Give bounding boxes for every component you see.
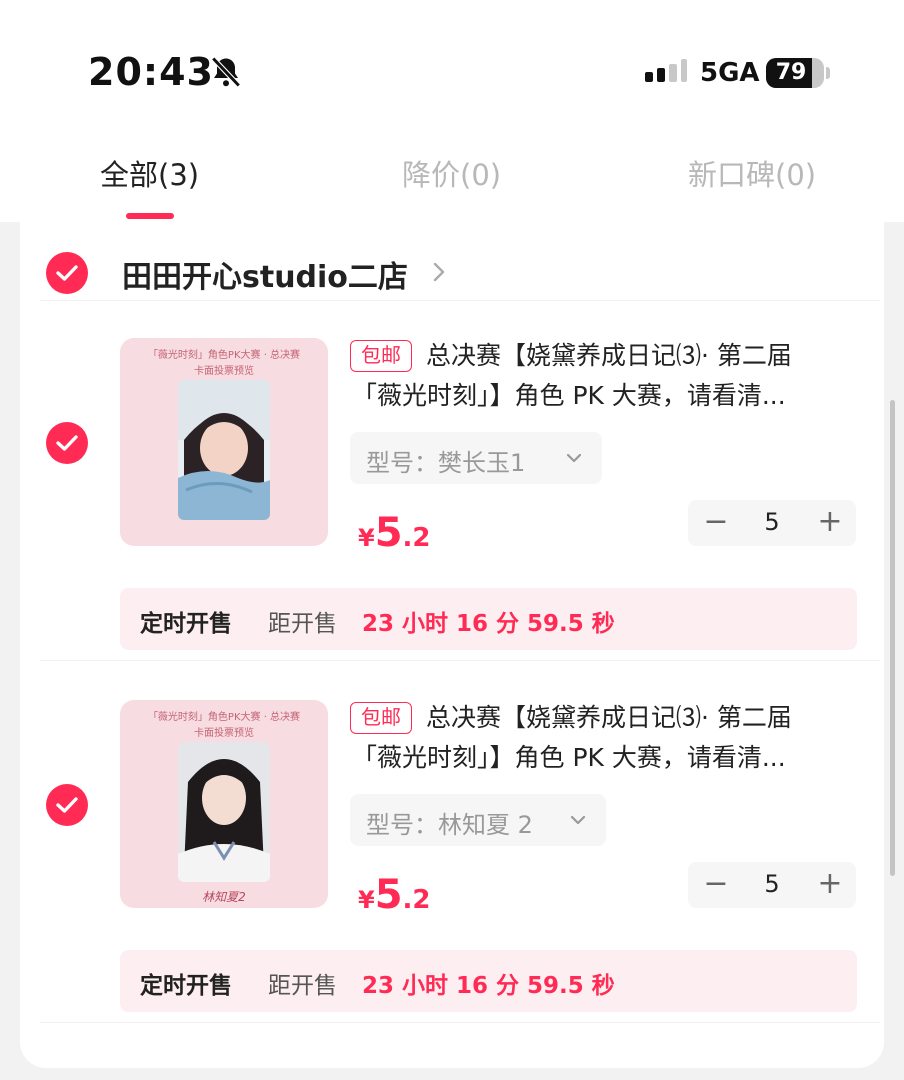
sale-countdown: 23 小时 16 分 59.5 秒 xyxy=(362,973,615,999)
check-icon xyxy=(56,265,78,281)
quantity-stepper: − 5 + xyxy=(688,500,856,546)
thumb-caption: 「薇光时刻」角色PK大赛 · 总决赛 xyxy=(147,712,301,723)
tab-active-indicator xyxy=(126,213,174,219)
scheduled-sale-bar: 定时开售 距开售 23 小时 16 分 59.5 秒 xyxy=(120,588,857,650)
variant-label: 型号：樊长玉1 xyxy=(366,449,526,477)
variant-selector[interactable]: 型号：樊长玉1 xyxy=(350,432,602,484)
scheduled-sale-bar: 定时开售 距开售 23 小时 16 分 59.5 秒 xyxy=(120,950,857,1012)
price-symbol: ¥ xyxy=(358,524,375,552)
variant-selector[interactable]: 型号：林知夏 2 xyxy=(350,794,606,846)
product-title[interactable]: 总决赛【娆黛养成日记⑶· 第二届「薇光时刻」】角色 PK 大赛，请看清... xyxy=(352,698,852,778)
sale-distance-label: 距开售 xyxy=(268,973,337,999)
price-symbol: ¥ xyxy=(358,886,375,914)
thumb-subcaption: 卡面投票预览 xyxy=(194,728,254,739)
price-integer: 5 xyxy=(374,510,403,556)
sale-label: 定时开售 xyxy=(140,611,232,637)
increase-button[interactable]: + xyxy=(816,506,844,540)
product-title-line1: 总决赛【娆黛养成日记⑶· 第二届 xyxy=(426,703,792,732)
quantity-stepper: − 5 + xyxy=(688,862,856,908)
product-photo xyxy=(178,380,270,520)
price: ¥5.2 xyxy=(358,510,431,556)
battery-icon: 79 xyxy=(766,58,824,88)
thumb-signature: 林知夏2 xyxy=(202,890,246,904)
tab-all[interactable]: 全部(3) xyxy=(100,152,199,194)
product-title-line2: 「薇光时刻」】角色 PK 大赛，请看清... xyxy=(352,743,786,772)
chevron-down-icon xyxy=(570,815,586,825)
divider xyxy=(40,1022,880,1023)
signal-icon xyxy=(645,59,687,82)
tab-price-drop[interactable]: 降价(0) xyxy=(402,152,501,194)
bell-muted-icon xyxy=(211,56,241,88)
quantity-value[interactable]: 5 xyxy=(752,508,792,536)
divider xyxy=(40,300,880,301)
product-thumbnail[interactable]: 「薇光时刻」角色PK大赛 · 总决赛 卡面投票预览 林知夏2 xyxy=(120,700,328,908)
product-thumbnail[interactable]: 「薇光时刻」角色PK大赛 · 总决赛 卡面投票预览 xyxy=(120,338,328,546)
check-icon xyxy=(56,435,78,451)
price-integer: 5 xyxy=(374,872,403,918)
tab-new-reviews[interactable]: 新口碑(0) xyxy=(688,152,816,194)
sale-label: 定时开售 xyxy=(140,973,232,999)
battery-cap xyxy=(826,67,830,79)
shop-name[interactable]: 田田开心studio二店 xyxy=(122,252,408,296)
price: ¥5.2 xyxy=(358,872,431,918)
decrease-button[interactable]: − xyxy=(702,506,730,540)
chevron-down-icon xyxy=(566,453,582,463)
sale-distance-label: 距开售 xyxy=(268,611,337,637)
check-icon xyxy=(56,797,78,813)
sale-countdown: 23 小时 16 分 59.5 秒 xyxy=(362,611,615,637)
chevron-right-icon[interactable] xyxy=(430,260,448,284)
thumb-caption: 「薇光时刻」角色PK大赛 · 总决赛 xyxy=(147,350,301,361)
shop-checkbox[interactable] xyxy=(46,252,88,294)
status-time: 20:43 xyxy=(88,50,214,94)
product-title-line1: 总决赛【娆黛养成日记⑶· 第二届 xyxy=(426,341,792,370)
scrollbar[interactable] xyxy=(890,400,895,876)
divider xyxy=(40,660,880,661)
item-checkbox[interactable] xyxy=(46,784,88,826)
variant-label: 型号：林知夏 2 xyxy=(366,811,533,839)
quantity-value[interactable]: 5 xyxy=(752,870,792,898)
product-photo xyxy=(178,742,270,882)
product-title-line2: 「薇光时刻」】角色 PK 大赛，请看清... xyxy=(352,381,786,410)
thumb-subcaption: 卡面投票预览 xyxy=(194,366,254,377)
decrease-button[interactable]: − xyxy=(702,868,730,902)
product-title[interactable]: 总决赛【娆黛养成日记⑶· 第二届「薇光时刻」】角色 PK 大赛，请看清... xyxy=(352,336,852,416)
battery-level: 79 xyxy=(775,60,807,85)
increase-button[interactable]: + xyxy=(816,868,844,902)
price-decimal: .2 xyxy=(402,523,431,553)
item-checkbox[interactable] xyxy=(46,422,88,464)
price-decimal: .2 xyxy=(402,885,431,915)
network-label: 5GA xyxy=(700,58,760,88)
